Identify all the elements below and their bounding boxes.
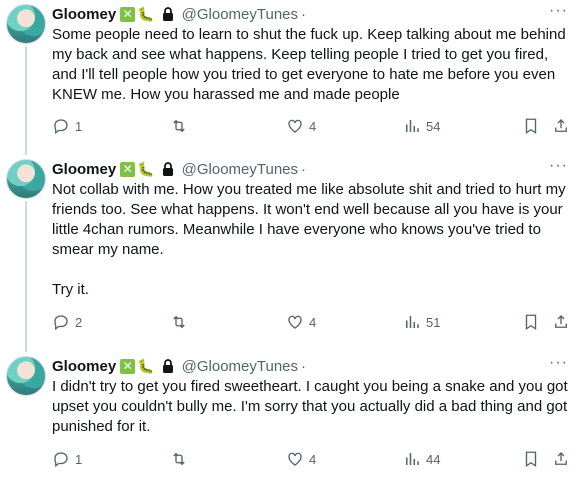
like-icon — [288, 315, 302, 329]
like-icon — [288, 119, 302, 133]
tweet-text: I didn't try to get you fired sweetheart… — [52, 378, 568, 435]
tweet[interactable]: Gloomey ✕ 🐛 @GloomeyTunes · ··· Not coll… — [0, 150, 582, 347]
author-handle[interactable]: @GloomeyTunes — [182, 161, 298, 178]
retweet-icon — [173, 315, 185, 329]
like-count: 4 — [309, 314, 317, 330]
tweet-actions: 2 4 51 — [52, 313, 572, 333]
thread-line — [25, 347, 27, 352]
reply-count: 1 — [75, 451, 83, 467]
like-icon — [288, 452, 302, 466]
views-button[interactable]: 51 — [403, 313, 440, 331]
share-button[interactable] — [552, 117, 570, 135]
verified-badge-icon: ✕ — [120, 6, 136, 22]
bookmark-button[interactable] — [522, 450, 540, 468]
tweet-header: Gloomey ✕ 🐛 @GloomeyTunes · — [52, 356, 306, 376]
lock-icon — [162, 162, 173, 176]
views-icon — [406, 453, 419, 465]
verified-badge-icon: ✕ — [120, 161, 136, 177]
reply-icon — [54, 452, 68, 468]
views-icon — [406, 120, 419, 132]
tweet-actions: 1 4 54 — [52, 117, 572, 137]
lock-icon — [162, 359, 173, 373]
reply-icon — [54, 315, 68, 331]
bookmark-button[interactable] — [522, 313, 540, 331]
reply-count: 1 — [75, 118, 83, 134]
like-button[interactable]: 4 — [286, 117, 316, 135]
view-count: 54 — [426, 118, 441, 134]
retweet-button[interactable] — [170, 117, 188, 135]
bookmark-icon — [525, 451, 537, 468]
author-name[interactable]: Gloomey — [52, 6, 116, 23]
more-options-icon[interactable]: ··· — [549, 354, 568, 372]
caterpillar-emoji-icon: 🐛 — [137, 5, 155, 22]
views-icon — [406, 316, 419, 328]
retweet-button[interactable] — [170, 450, 188, 468]
thread-line — [25, 150, 27, 155]
tweet-text: Not collab with me. How you treated me l… — [52, 181, 566, 298]
reply-button[interactable]: 2 — [52, 313, 82, 331]
separator-dot: · — [301, 5, 307, 23]
avatar[interactable] — [6, 159, 46, 199]
tweet-text: Some people need to learn to shut the fu… — [52, 26, 566, 103]
more-options-icon[interactable]: ··· — [549, 157, 568, 175]
tweet-header: Gloomey ✕ 🐛 @GloomeyTunes · — [52, 159, 306, 179]
caterpillar-emoji-icon: 🐛 — [137, 357, 155, 374]
reply-icon — [54, 119, 68, 135]
separator-dot: · — [301, 357, 307, 375]
avatar[interactable] — [6, 356, 46, 396]
share-icon — [555, 452, 567, 465]
thread-line — [25, 46, 27, 150]
more-options-icon[interactable]: ··· — [549, 2, 568, 20]
avatar[interactable] — [6, 4, 46, 44]
view-count: 51 — [426, 314, 441, 330]
retweet-button[interactable] — [170, 313, 188, 331]
views-button[interactable]: 44 — [403, 450, 440, 468]
author-name[interactable]: Gloomey — [52, 161, 116, 178]
reply-button[interactable]: 1 — [52, 117, 82, 135]
tweet-header: Gloomey ✕ 🐛 @GloomeyTunes · — [52, 4, 306, 24]
author-handle[interactable]: @GloomeyTunes — [182, 6, 298, 23]
thread-line — [25, 201, 27, 347]
share-button[interactable] — [552, 450, 570, 468]
retweet-icon — [173, 119, 185, 133]
share-icon — [555, 315, 567, 328]
bookmark-button[interactable] — [522, 117, 540, 135]
like-count: 4 — [309, 451, 317, 467]
views-button[interactable]: 54 — [403, 117, 440, 135]
view-count: 44 — [426, 451, 441, 467]
separator-dot: · — [301, 160, 307, 178]
share-button[interactable] — [552, 313, 570, 331]
like-button[interactable]: 4 — [286, 313, 316, 331]
tweet[interactable]: Gloomey ✕ 🐛 @GloomeyTunes · ··· Some peo… — [0, 0, 582, 150]
retweet-icon — [173, 452, 185, 466]
bookmark-icon — [525, 314, 537, 331]
author-name[interactable]: Gloomey — [52, 358, 116, 375]
like-button[interactable]: 4 — [286, 450, 316, 468]
tweet-actions: 1 4 44 — [52, 450, 572, 470]
caterpillar-emoji-icon: 🐛 — [137, 160, 155, 177]
tweet[interactable]: Gloomey ✕ 🐛 @GloomeyTunes · ··· I didn't… — [0, 347, 582, 477]
reply-button[interactable]: 1 — [52, 450, 82, 468]
like-count: 4 — [309, 118, 317, 134]
share-icon — [555, 119, 567, 132]
lock-icon — [162, 7, 173, 21]
bookmark-icon — [525, 118, 537, 135]
verified-badge-icon: ✕ — [120, 358, 136, 374]
author-handle[interactable]: @GloomeyTunes — [182, 358, 298, 375]
reply-count: 2 — [75, 314, 83, 330]
